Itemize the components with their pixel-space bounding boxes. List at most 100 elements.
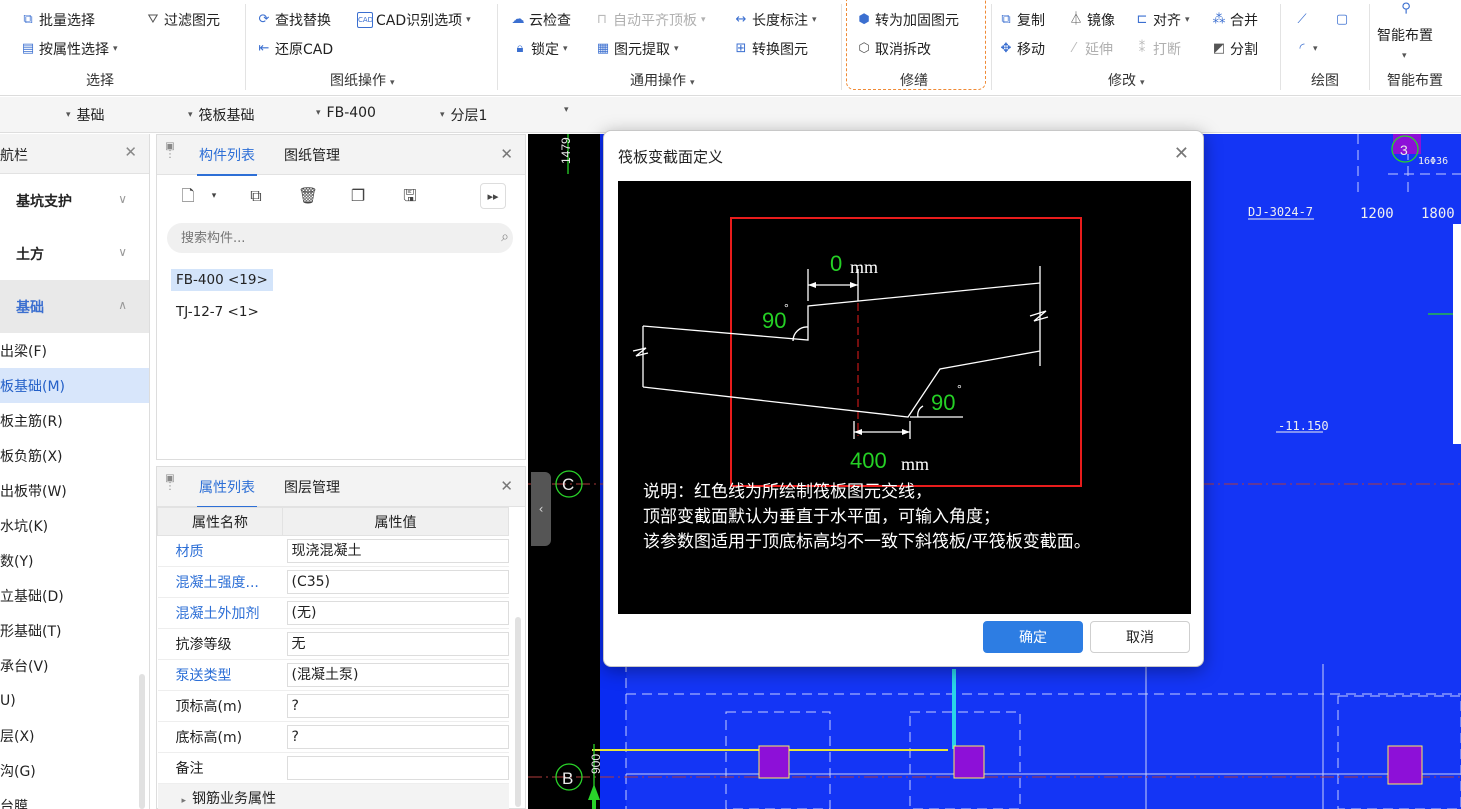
- collapse-panel-tab[interactable]: ‹: [531, 472, 551, 546]
- nav-category-foundation[interactable]: 基础 ∧: [0, 280, 149, 333]
- nav-item[interactable]: 数(Y): [0, 543, 149, 578]
- nav-item[interactable]: 立基础(D): [0, 578, 149, 613]
- ok-button[interactable]: 确定: [983, 621, 1083, 653]
- search-icon[interactable]: ⌕: [501, 229, 509, 245]
- move-button[interactable]: ✥ 移动: [998, 38, 1045, 60]
- nav-item[interactable]: 出梁(F): [0, 333, 149, 368]
- mirror-button[interactable]: ⏃ 镜像: [1068, 9, 1115, 31]
- cancel-demolish-button[interactable]: ⬡ 取消拆改: [856, 38, 931, 60]
- bottom-angle-value[interactable]: 90: [931, 390, 955, 415]
- filter-elements-button[interactable]: ⛛ 过滤图元: [145, 9, 220, 31]
- nav-item[interactable]: 台膜: [0, 788, 149, 809]
- component-dropdown[interactable]: ▾ FB-400: [316, 105, 376, 121]
- nav-item[interactable]: 承台(V): [0, 648, 149, 683]
- tab-component-list[interactable]: 构件列表: [197, 145, 257, 176]
- property-value-cell[interactable]: ?: [282, 721, 509, 753]
- cad-recognize-options-button[interactable]: CAD CAD识别选项 ▾: [357, 9, 471, 31]
- select-by-attribute-button[interactable]: ▤ 按属性选择 ▾: [20, 38, 118, 60]
- delete-icon[interactable]: 🗑︎: [295, 183, 321, 209]
- split-button[interactable]: ◩ 分割: [1211, 38, 1258, 60]
- nav-item[interactable]: 出板带(W): [0, 473, 149, 508]
- nav-scrollbar[interactable]: [139, 674, 145, 809]
- property-value-cell[interactable]: 无: [282, 628, 509, 660]
- pin-icon[interactable]: ▣ ⋮: [165, 474, 175, 499]
- restore-cad-button[interactable]: ⇤ 还原CAD: [256, 38, 334, 60]
- category-dropdown[interactable]: ▾ 基础: [66, 105, 105, 125]
- property-value-cell[interactable]: [282, 752, 509, 784]
- top-offset-value[interactable]: 0: [830, 251, 842, 276]
- find-replace-button[interactable]: ⟳ 查找替换: [256, 9, 331, 31]
- break-button[interactable]: ⁑ 打断: [1134, 38, 1181, 60]
- property-scrollbar[interactable]: [515, 617, 521, 807]
- convert-elements-button[interactable]: ⊞ 转换图元: [733, 38, 808, 60]
- duplicate-icon[interactable]: ❐: [345, 183, 371, 209]
- close-icon[interactable]: ✕: [1174, 143, 1189, 164]
- copy-component-icon[interactable]: ⧉: [243, 183, 269, 209]
- nav-item[interactable]: 沟(G): [0, 753, 149, 788]
- property-value[interactable]: 现浇混凝土: [286, 539, 509, 563]
- lock-button[interactable]: 🔒︎ 锁定 ▾: [512, 38, 568, 60]
- pin-icon[interactable]: ▣ ⋮: [165, 142, 175, 167]
- extract-elements-button[interactable]: ▦ 图元提取 ▾: [595, 38, 679, 60]
- length-dimension-button[interactable]: ↔ 长度标注 ▾: [733, 9, 817, 31]
- draw-line-button[interactable]: ⟋: [1294, 9, 1313, 31]
- nav-item[interactable]: 板负筋(X): [0, 438, 149, 473]
- group-label-drawing-ops[interactable]: 图纸操作 ▾: [330, 70, 395, 90]
- copy-button[interactable]: ⧉ 复制: [998, 9, 1045, 31]
- rebar-section-header[interactable]: ▸ 钢筋业务属性: [157, 783, 509, 809]
- group-label-general-ops[interactable]: 通用操作 ▾: [630, 70, 695, 90]
- extend-button[interactable]: ⁄ 延伸: [1066, 38, 1113, 60]
- property-value[interactable]: ?: [286, 725, 509, 749]
- save-template-icon[interactable]: 🖫︎: [397, 183, 423, 209]
- property-value[interactable]: (C35): [286, 570, 509, 594]
- property-value-cell[interactable]: ?: [282, 690, 509, 722]
- property-value-cell[interactable]: (无): [282, 597, 509, 629]
- property-value[interactable]: [286, 756, 509, 780]
- tab-property-list[interactable]: 属性列表: [197, 477, 257, 508]
- bottom-offset-value[interactable]: 400: [850, 448, 887, 473]
- property-value-cell[interactable]: 现浇混凝土: [282, 535, 509, 567]
- layer-dropdown[interactable]: ▾ 分层1: [440, 105, 487, 125]
- close-icon[interactable]: ✕: [124, 143, 137, 161]
- table-row[interactable]: ▸ 钢筋业务属性: [157, 783, 509, 809]
- nav-category-earthwork[interactable]: 土方 ∨: [0, 227, 149, 280]
- property-value[interactable]: (混凝土泵): [286, 663, 509, 687]
- draw-rectangle-button[interactable]: ▢: [1334, 9, 1353, 31]
- more-icon[interactable]: ▸▸: [480, 183, 506, 209]
- nav-item[interactable]: U): [0, 683, 149, 718]
- nav-item[interactable]: 形基础(T): [0, 613, 149, 648]
- property-value-cell[interactable]: (混凝土泵): [282, 659, 509, 691]
- group-label-modify[interactable]: 修改 ▾: [1108, 70, 1145, 90]
- search-component-input[interactable]: [167, 223, 513, 253]
- property-value[interactable]: 无: [286, 632, 509, 656]
- draw-arc-button[interactable]: ◜ ▾: [1294, 38, 1317, 60]
- property-value[interactable]: ?: [286, 694, 509, 718]
- new-component-button[interactable]: 🗋︎: [175, 183, 201, 209]
- align-button[interactable]: ⊏ 对齐 ▾: [1134, 9, 1190, 31]
- tab-drawing-management[interactable]: 图纸管理: [284, 145, 340, 165]
- extra-dropdown[interactable]: ▾: [564, 105, 575, 115]
- property-value[interactable]: (无): [286, 601, 509, 625]
- batch-select-button[interactable]: ⧉ 批量选择: [20, 9, 95, 31]
- property-value-cell[interactable]: (C35): [282, 566, 509, 598]
- merge-button[interactable]: ⁂ 合并: [1211, 9, 1259, 31]
- component-item-fb-400[interactable]: FB-400 <19>: [171, 269, 273, 291]
- smart-layout-dropdown[interactable]: ▾: [1402, 45, 1407, 67]
- cloud-check-button[interactable]: ☁ 云检查: [510, 9, 572, 31]
- nav-item[interactable]: 水坑(K): [0, 508, 149, 543]
- convert-to-reinforce-button[interactable]: ⬢ 转为加固图元: [856, 9, 959, 31]
- component-item-tj-12-7[interactable]: TJ-12-7 <1>: [171, 301, 264, 323]
- smart-layout-button[interactable]: 智能布置: [1377, 24, 1433, 46]
- close-icon[interactable]: ✕: [500, 477, 513, 495]
- nav-item[interactable]: 层(X): [0, 718, 149, 753]
- new-dropdown-chevron-icon[interactable]: ▾: [207, 183, 221, 209]
- auto-flat-top-button[interactable]: ⊓ 自动平齐顶板 ▾: [594, 9, 706, 31]
- nav-item-raft-foundation[interactable]: 板基础(M): [0, 368, 149, 403]
- nav-item[interactable]: 板主筋(R): [0, 403, 149, 438]
- nav-category-pit-support[interactable]: 基坑支护 ∨: [0, 174, 149, 227]
- top-angle-value[interactable]: 90: [762, 308, 786, 333]
- smart-layout-icon-button[interactable]: ⚲: [1394, 0, 1421, 20]
- type-dropdown[interactable]: ▾ 筏板基础: [188, 105, 255, 125]
- tab-layer-management[interactable]: 图层管理: [284, 477, 340, 497]
- close-icon[interactable]: ✕: [500, 145, 513, 163]
